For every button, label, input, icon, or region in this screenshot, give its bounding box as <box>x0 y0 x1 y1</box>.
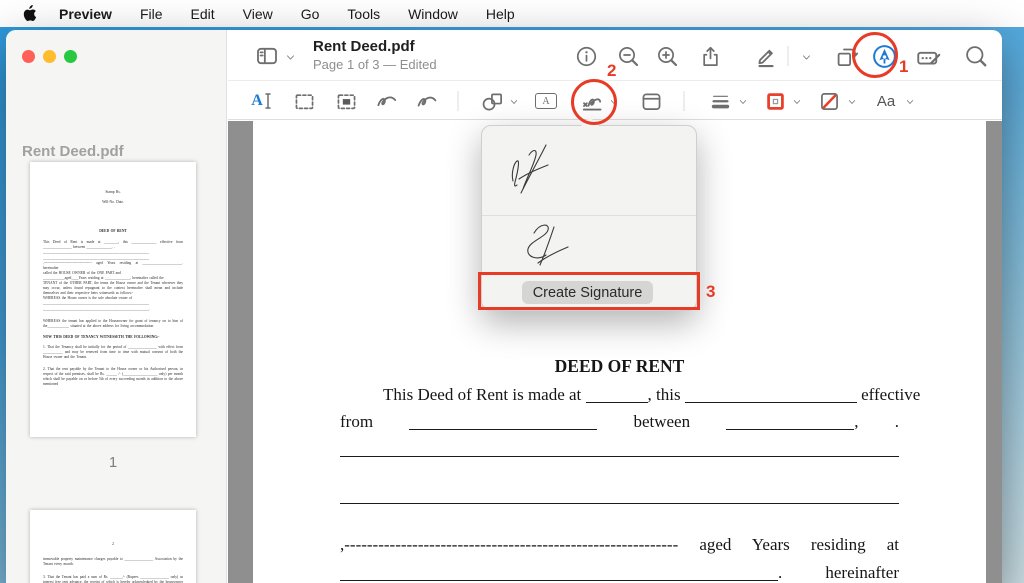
share-icon[interactable] <box>695 41 725 71</box>
sidebar: Rent Deed.pdf Stamp Rs. Will-No. Date. DEE… <box>6 30 227 583</box>
window-title: Rent Deed.pdf <box>313 38 437 55</box>
sidebar-filename: Rent Deed.pdf <box>22 143 124 160</box>
thumbnail-text-line: Stamp Rs. <box>43 190 183 195</box>
text-select-a: A <box>251 92 263 110</box>
chevron-down-icon[interactable] <box>791 42 821 72</box>
chevron-down-icon[interactable] <box>499 87 529 117</box>
markup-pen-icon[interactable] <box>751 41 781 71</box>
zoom-in-icon[interactable] <box>652 41 682 71</box>
thumbnail-text-line: TENANT of the OTHER PART, the terms the … <box>43 281 183 296</box>
info-icon[interactable] <box>571 41 601 71</box>
thumbnail-text-line: DEED OF RENT <box>43 229 183 234</box>
window-subtitle: Page 1 of 3 — Edited <box>313 57 437 72</box>
text-box-a: A <box>542 96 549 107</box>
thumbnail-text-line: WHEREAS the tenant has applied to the Ho… <box>43 319 183 329</box>
apple-logo-icon[interactable] <box>22 5 37 22</box>
fill-form-icon[interactable] <box>913 42 943 72</box>
note-icon[interactable] <box>636 86 666 116</box>
chevron-down-icon[interactable] <box>782 87 812 117</box>
markup-toolbar-divider <box>684 91 685 111</box>
menu-item-help[interactable]: Help <box>486 6 515 22</box>
menu-item-view[interactable]: View <box>243 6 273 22</box>
zoom-out-icon[interactable] <box>613 41 643 71</box>
menu-item-window[interactable]: Window <box>408 6 458 22</box>
page-2-thumbnail[interactable]: 2 immovable property maintenance charges … <box>30 510 196 583</box>
chevron-down-icon[interactable] <box>837 87 867 117</box>
menu-items[interactable]: Preview File Edit View Go Tools Window Help <box>59 6 515 22</box>
doc-line: ,---------------------------------------… <box>340 531 899 559</box>
menu-item-edit[interactable]: Edit <box>191 6 215 22</box>
menu-item-preview[interactable]: Preview <box>59 6 112 22</box>
page-1-number: 1 <box>30 454 196 471</box>
annotation-number-2: 2 <box>607 61 616 81</box>
annotation-circle-2 <box>571 79 617 125</box>
thumbnail-text-line: 2. That the rent payable by the Tenant t… <box>43 367 183 387</box>
annotation-number-1: 1 <box>899 57 908 77</box>
zoom-window-button[interactable] <box>64 50 77 63</box>
draw-icon[interactable] <box>412 86 442 116</box>
markup-toolbar-divider <box>458 91 459 111</box>
menu-item-tools[interactable]: Tools <box>347 6 380 22</box>
search-icon[interactable] <box>961 41 991 71</box>
sketch-icon[interactable] <box>372 86 402 116</box>
minimize-window-button[interactable] <box>43 50 56 63</box>
text-select-icon[interactable]: A <box>247 86 277 116</box>
text-style-aa: Aa <box>877 93 895 110</box>
close-window-button[interactable] <box>22 50 35 63</box>
menu-item-go[interactable]: Go <box>301 6 320 22</box>
thumbnail-text-line: This Deed of Rent is made at ________, t… <box>43 240 183 250</box>
document-text: DEED OF RENTThis Deed of Rent is made at… <box>340 353 899 583</box>
page-1-thumbnail[interactable]: Stamp Rs. Will-No. Date. DEED OF RENT This … <box>30 162 196 437</box>
signature-2[interactable] <box>482 216 696 274</box>
thumbnail-text-line: ,---------------------------------------… <box>43 261 183 271</box>
doc-line: This Deed of Rent is made at , this effe… <box>340 381 899 409</box>
toolbar-divider <box>788 46 789 66</box>
instant-alpha-icon[interactable] <box>331 86 361 116</box>
text-box-icon[interactable]: A <box>531 86 561 116</box>
doc-line <box>340 503 899 531</box>
doc-line <box>340 456 899 484</box>
chevron-down-icon[interactable] <box>275 42 305 72</box>
traffic-lights <box>22 50 77 63</box>
thumbnail-text-line: NOW THIS DEED OF TENANCY WITNESSETH THE … <box>43 335 183 340</box>
annotation-rect-3 <box>478 272 700 310</box>
menu-bar: Preview File Edit View Go Tools Window Help <box>0 0 1024 27</box>
signature-1[interactable] <box>482 126 696 216</box>
annotation-circle-1 <box>852 32 898 78</box>
thumbnail-text-line: 2 <box>43 542 183 547</box>
thumbnail-text-line: Will-No. Date. <box>43 200 183 205</box>
annotation-number-3: 3 <box>706 282 715 302</box>
doc-line: . hereinafter <box>340 559 899 583</box>
window-title-block: Rent Deed.pdf Page 1 of 3 — Edited <box>313 38 437 72</box>
doc-line: from between , . <box>340 408 899 436</box>
thumbnail-text-line: ________________________________________… <box>43 307 183 312</box>
thumbnail-text-line: immovable property maintenance charges p… <box>43 557 183 567</box>
chevron-down-icon[interactable] <box>728 87 758 117</box>
doc-line: DEED OF RENT <box>340 353 899 381</box>
thumbnail-text-line: 3. That the Tenant has paid a sum of Rs.… <box>43 575 183 583</box>
menu-item-file[interactable]: File <box>140 6 163 22</box>
rect-select-icon[interactable] <box>289 86 319 116</box>
thumbnail-text-line: 1. That the Tenancy shall be initially f… <box>43 345 183 360</box>
chevron-down-icon[interactable] <box>895 87 925 117</box>
